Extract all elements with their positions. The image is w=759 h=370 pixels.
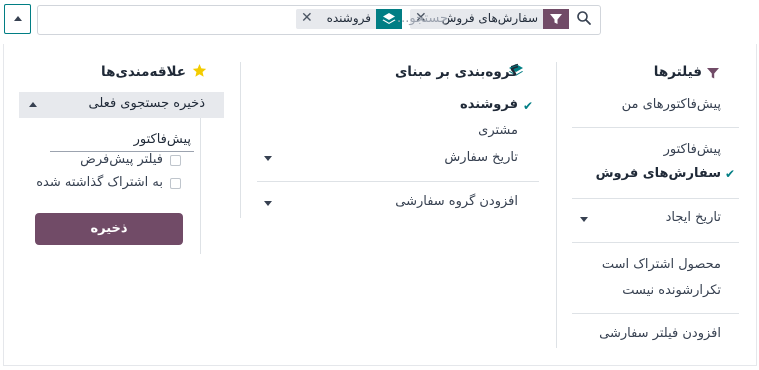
save-current-search-toggle[interactable]: ذخیره جستجوی فعلی (19, 92, 224, 118)
favorites-title: علاقه‌مندی‌ها (101, 64, 186, 80)
search-icon[interactable] (576, 10, 592, 26)
groupby-salesperson[interactable]: فروشنده (460, 97, 518, 112)
filter-create-date[interactable]: تاریخ ایجاد (666, 210, 721, 225)
facet-salesperson: فروشنده ✕ (296, 9, 402, 29)
add-custom-filter[interactable]: افزودن فیلتر سفارشی (599, 326, 721, 341)
filter-my-quotations[interactable]: پیش‌فاکتورهای من (622, 97, 721, 112)
filter-icon (707, 68, 719, 79)
caret-down-icon (580, 217, 588, 222)
caret-down-icon (264, 201, 272, 206)
default-filter-label: فیلتر پیش‌فرض (80, 152, 163, 167)
groupby-column: گروه‌بندی بر مبنای ✔ فروشنده مشتری تاریخ… (241, 60, 556, 240)
search-placeholder: جستجو... (396, 11, 448, 26)
groupby-customer[interactable]: مشتری (478, 123, 518, 138)
default-filter-checkbox[interactable] (170, 155, 181, 166)
save-button[interactable]: ذخیره (35, 213, 183, 245)
add-custom-group[interactable]: افزودن گروه سفارشی (395, 194, 518, 209)
remove-facet-icon[interactable]: ✕ (301, 10, 313, 26)
search-bar: سفارش‌های فروش ✕ فروشنده ✕ جستجو... (0, 0, 759, 44)
check-icon: ✔ (725, 167, 736, 181)
save-current-search-label: ذخیره جستجوی فعلی (88, 96, 205, 111)
check-icon: ✔ (523, 99, 534, 113)
filter-quotations[interactable]: پیش‌فاکتور (664, 142, 721, 157)
caret-down-icon (264, 156, 272, 161)
caret-up-icon (29, 102, 37, 107)
filters-title: فیلترها (653, 64, 702, 80)
facet-label: فروشنده (326, 11, 371, 25)
groupby-order-date[interactable]: تاریخ سفارش (444, 150, 518, 165)
filters-divider (572, 242, 739, 243)
filter-subscription-product[interactable]: محصول اشتراک است (602, 257, 721, 272)
filters-divider (572, 127, 739, 128)
toggle-search-panel-button[interactable] (4, 4, 31, 34)
groupby-divider (257, 181, 539, 182)
filters-column: فیلترها پیش‌فاکتورهای من پیش‌فاکتور ✔ سف… (557, 60, 757, 350)
filter-non-recurring[interactable]: تکرارشونده نیست (622, 283, 721, 298)
facet-label: سفارش‌های فروش (441, 11, 538, 25)
star-icon (192, 63, 207, 77)
filter-sales-orders[interactable]: سفارش‌های فروش (596, 166, 721, 181)
favorite-name-input[interactable]: پیش‌فاکتور (134, 132, 191, 147)
shared-label: به اشتراک گذاشته شده (36, 175, 163, 190)
filters-divider (572, 198, 739, 199)
shared-checkbox[interactable] (170, 178, 181, 189)
filters-divider (572, 313, 739, 314)
filter-icon (543, 9, 569, 29)
caret-up-icon (14, 16, 22, 21)
column-divider (200, 118, 201, 254)
groupby-title: گروه‌بندی بر مبنای (394, 64, 518, 80)
